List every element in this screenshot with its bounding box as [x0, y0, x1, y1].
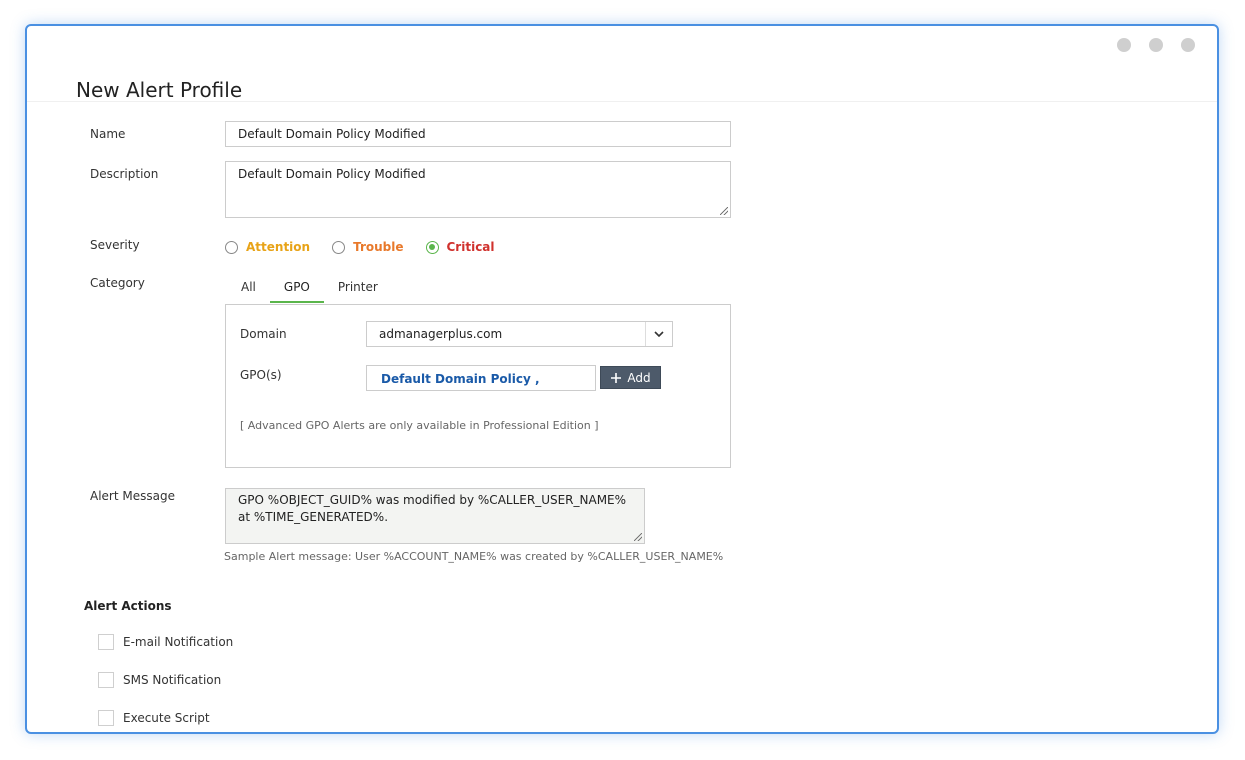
domain-select-value: admanagerplus.com [379, 327, 503, 341]
name-input[interactable]: Default Domain Policy Modified [225, 121, 731, 147]
chevron-down-icon[interactable] [645, 322, 672, 346]
resize-handle-icon[interactable] [720, 207, 728, 215]
tab-all[interactable]: All [227, 276, 270, 303]
add-gpo-button-label: Add [627, 370, 651, 385]
radio-icon[interactable] [332, 240, 346, 254]
severity-option-attention[interactable]: Attention [225, 240, 310, 254]
action-email-notification[interactable]: E-mail Notification [98, 634, 233, 650]
tab-printer[interactable]: Printer [324, 276, 392, 303]
severity-option-label: Trouble [353, 240, 404, 254]
gpos-label: GPO(s) [240, 368, 282, 382]
action-execute-script[interactable]: Execute Script [98, 710, 210, 726]
severity-radio-group: Attention Trouble Critical [225, 240, 517, 254]
alert-message-textarea[interactable]: GPO %OBJECT_GUID% was modified by %CALLE… [225, 488, 645, 544]
tab-gpo[interactable]: GPO [269, 276, 324, 303]
radio-checked-icon[interactable] [425, 240, 439, 254]
domain-label: Domain [240, 327, 287, 341]
gpo-selected-item[interactable]: Default Domain Policy , [381, 372, 540, 386]
checkbox-icon[interactable] [98, 710, 114, 726]
add-gpo-button[interactable]: Add [600, 366, 661, 389]
checkbox-icon[interactable] [98, 634, 114, 650]
category-label: Category [90, 276, 145, 290]
severity-option-label: Critical [446, 240, 495, 254]
description-label: Description [90, 167, 159, 181]
window-controls [1117, 38, 1195, 52]
name-label: Name [90, 127, 126, 141]
radio-icon[interactable] [225, 240, 238, 254]
domain-select[interactable]: admanagerplus.com [366, 321, 673, 347]
action-label: SMS Notification [123, 673, 222, 687]
resize-handle-icon[interactable] [634, 533, 642, 541]
severity-option-label: Attention [246, 240, 311, 254]
description-textarea[interactable]: Default Domain Policy Modified [225, 161, 731, 218]
gpo-category-panel: Domain admanagerplus.com GPO(s) Default … [225, 304, 731, 468]
title-divider [27, 101, 1217, 102]
window-dot-icon[interactable] [1149, 38, 1163, 52]
gpo-selection-field[interactable]: Default Domain Policy , [366, 365, 596, 391]
checkbox-icon[interactable] [98, 672, 114, 688]
action-sms-notification[interactable]: SMS Notification [98, 672, 221, 688]
action-label: Execute Script [123, 711, 210, 725]
window-dot-icon[interactable] [1181, 38, 1195, 52]
alert-message-value: GPO %OBJECT_GUID% was modified by %CALLE… [238, 493, 627, 524]
name-input-value: Default Domain Policy Modified [238, 127, 426, 141]
alert-profile-window: New Alert Profile Name Default Domain Po… [25, 24, 1219, 734]
plus-icon [611, 372, 622, 383]
alert-message-label: Alert Message [90, 489, 175, 503]
window-dot-icon[interactable] [1117, 38, 1131, 52]
severity-label: Severity [90, 238, 140, 252]
action-label: E-mail Notification [123, 635, 234, 649]
category-tabs: All GPO Printer [227, 276, 392, 303]
description-textarea-value: Default Domain Policy Modified [238, 167, 426, 181]
page-title: New Alert Profile [76, 78, 243, 102]
gpo-edition-note: [ Advanced GPO Alerts are only available… [240, 419, 599, 432]
alert-actions-title: Alert Actions [84, 599, 172, 613]
severity-option-trouble[interactable]: Trouble [332, 240, 404, 254]
sample-alert-message: Sample Alert message: User %ACCOUNT_NAME… [224, 550, 724, 563]
severity-option-critical[interactable]: Critical [425, 240, 495, 254]
